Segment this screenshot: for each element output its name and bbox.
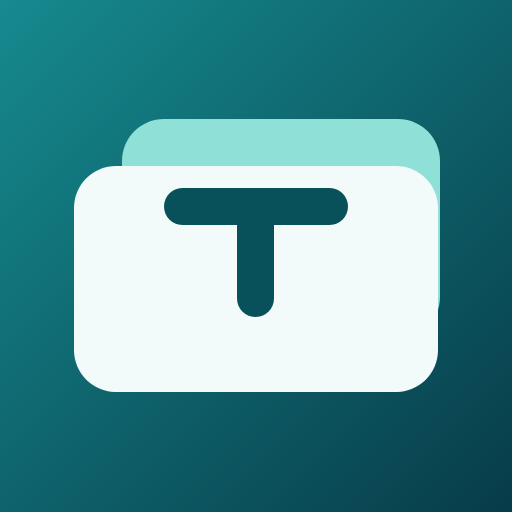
stacked-cards-t-icon	[0, 0, 512, 512]
letter-t-stem	[237, 190, 274, 317]
app-icon	[0, 0, 512, 512]
